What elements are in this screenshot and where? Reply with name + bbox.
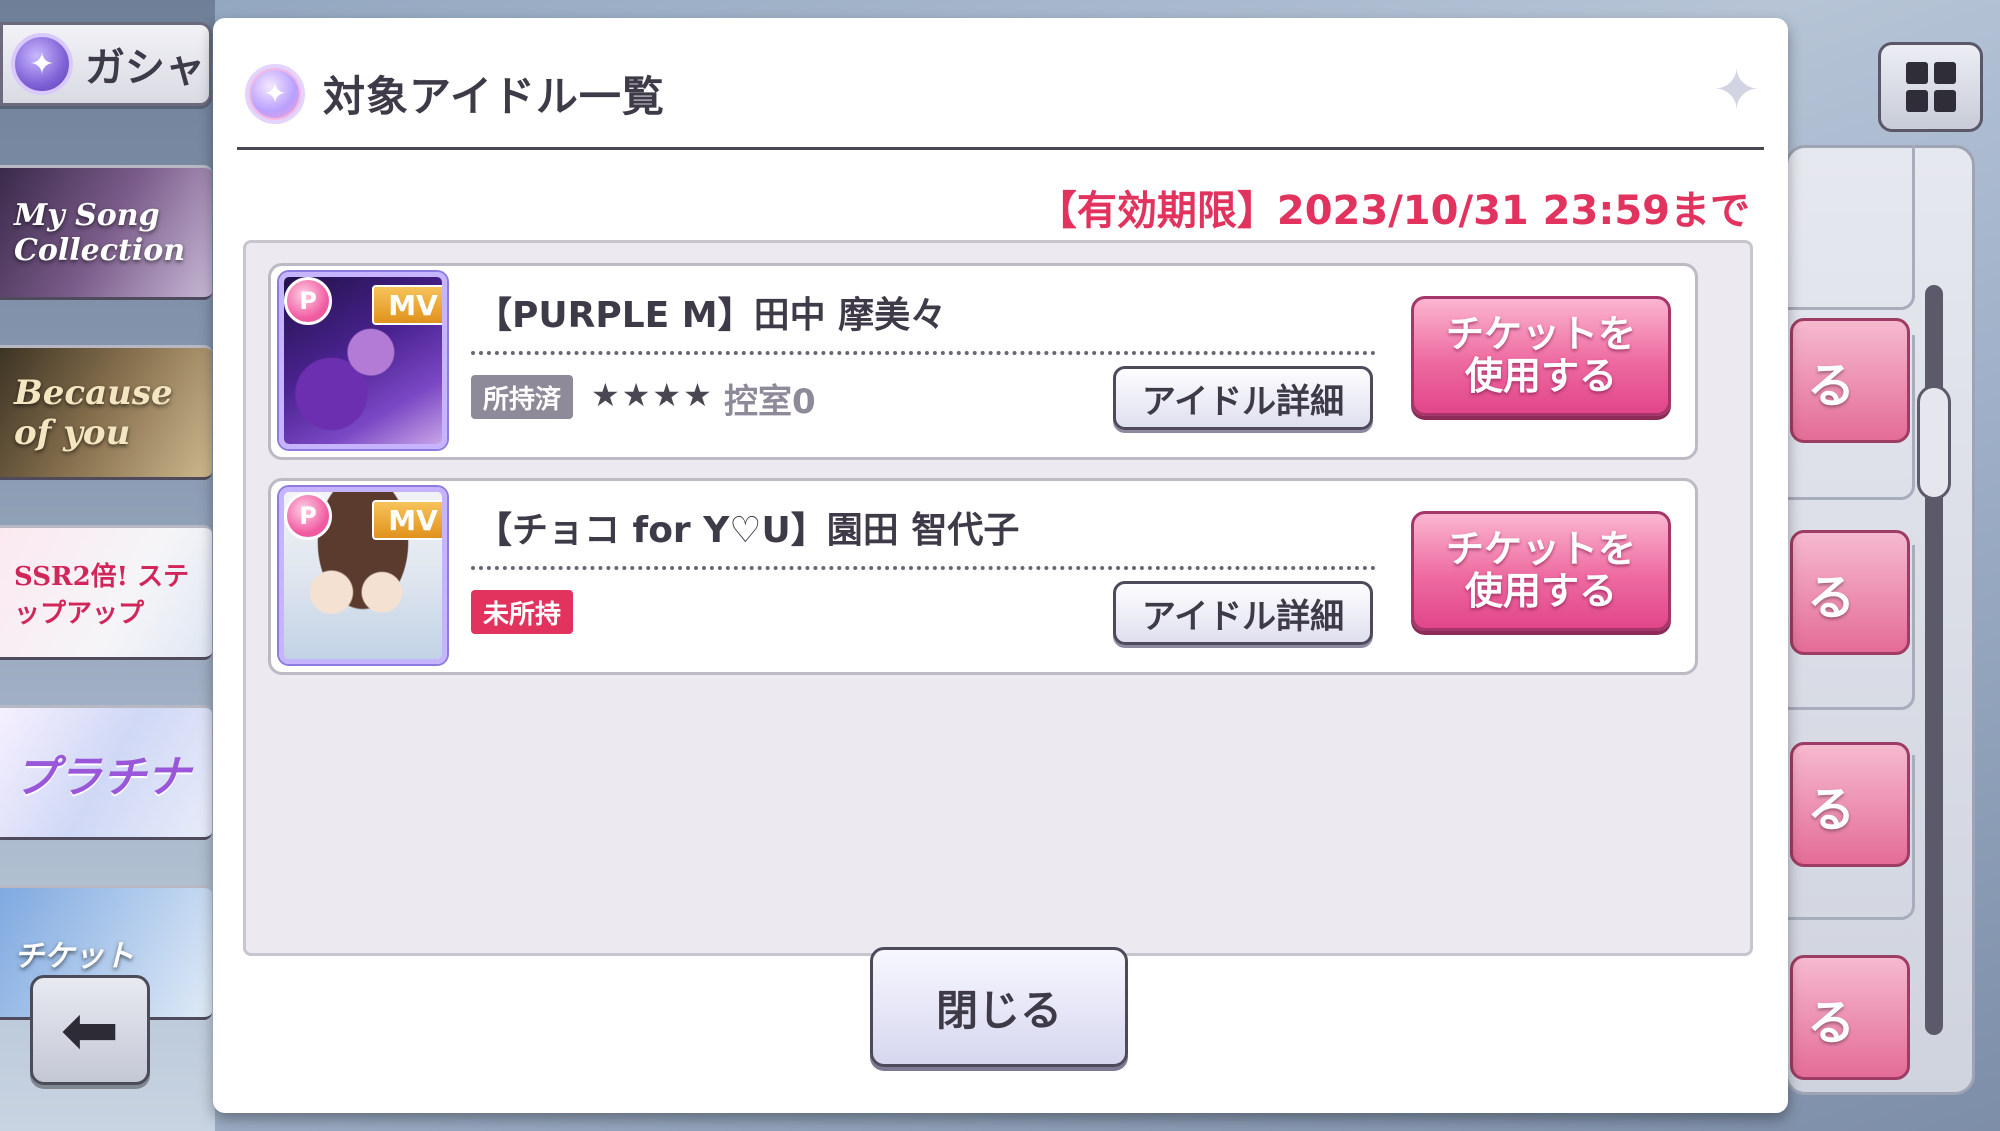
side-action-button[interactable]: る xyxy=(1790,530,1910,655)
side-list-row xyxy=(1785,145,1915,310)
idol-list-dialog: ✦ 対象アイドル一覧 ✦ 【有効期限】2023/10/31 23:59まで P … xyxy=(213,18,1788,1113)
gacha-emblem-icon: ✦ xyxy=(245,63,305,124)
use-ticket-button[interactable]: チケットを 使用する xyxy=(1411,511,1671,631)
banner-because-of-you[interactable]: Because of you xyxy=(0,345,212,480)
idol-name: 【PURPLE M】田中 摩美々 xyxy=(476,295,947,336)
gacha-icon: ✦ xyxy=(11,33,73,95)
idol-row: P MV 【PURPLE M】田中 摩美々 所持済 ★★★★ 控室0 アイドル詳… xyxy=(268,263,1698,460)
side-scroll-thumb[interactable] xyxy=(1917,385,1951,500)
rank-stars: ★★★★ xyxy=(591,376,714,414)
divider xyxy=(471,566,1376,570)
room-count: 控室0 xyxy=(724,382,816,422)
arrow-left-icon: ⬅ xyxy=(60,989,120,1071)
banner-step-up[interactable]: SSR2倍! ステップアップ xyxy=(0,525,212,660)
divider xyxy=(471,351,1376,355)
gacha-tab[interactable]: ✦ ガシャ xyxy=(0,22,212,106)
status-badge-owned: 所持済 xyxy=(471,375,574,419)
idol-list[interactable]: P MV 【PURPLE M】田中 摩美々 所持済 ★★★★ 控室0 アイドル詳… xyxy=(243,240,1753,956)
side-action-button[interactable]: る xyxy=(1790,742,1910,867)
grid-icon xyxy=(1905,62,1928,84)
produce-badge-icon: P xyxy=(284,277,332,325)
menu-button[interactable] xyxy=(1878,42,1983,132)
gacha-tab-label: ガシャ xyxy=(85,45,205,91)
idol-thumbnail[interactable]: P MV xyxy=(279,487,447,664)
side-action-button[interactable]: る xyxy=(1790,955,1910,1080)
mv-badge: MV xyxy=(372,285,442,325)
mv-badge: MV xyxy=(372,500,442,540)
idol-thumbnail[interactable]: P MV xyxy=(279,272,447,449)
sparkle-icon: ✦ xyxy=(1713,58,1760,123)
expiry-notice: 【有効期限】2023/10/31 23:59まで xyxy=(1036,188,1750,234)
dialog-title: 対象アイドル一覧 xyxy=(323,72,665,121)
use-ticket-button[interactable]: チケットを 使用する xyxy=(1411,296,1671,416)
close-button[interactable]: 閉じる xyxy=(870,947,1128,1067)
banner-my-song-collection[interactable]: My Song Collection xyxy=(0,165,212,300)
status-badge-unowned: 未所持 xyxy=(471,590,574,634)
back-button[interactable]: ⬅ xyxy=(30,975,150,1085)
idol-detail-button[interactable]: アイドル詳細 xyxy=(1113,366,1373,430)
idol-row: P MV 【チョコ for Y♡U】園田 智代子 未所持 アイドル詳細 チケット… xyxy=(268,478,1698,675)
idol-name: 【チョコ for Y♡U】園田 智代子 xyxy=(476,510,1020,551)
idol-detail-button[interactable]: アイドル詳細 xyxy=(1113,581,1373,645)
produce-badge-icon: P xyxy=(284,492,332,540)
banner-platinum[interactable]: プラチナ xyxy=(0,705,212,840)
side-action-button[interactable]: る xyxy=(1790,318,1910,443)
dialog-header: ✦ 対象アイドル一覧 ✦ xyxy=(237,40,1764,150)
